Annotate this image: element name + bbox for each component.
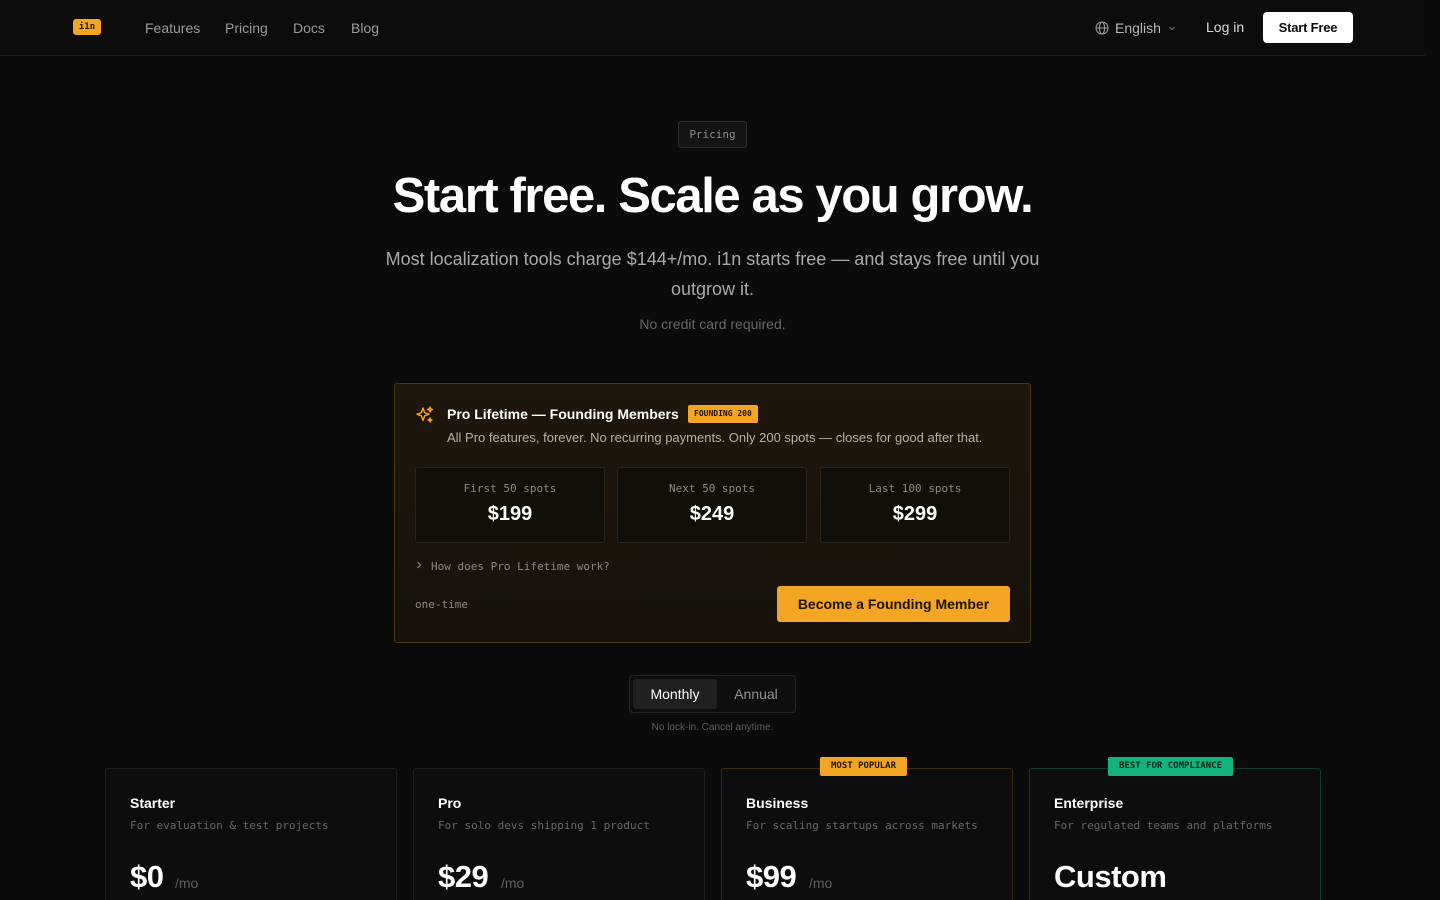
billing-option-annual[interactable]: Annual: [720, 679, 792, 709]
faq-label: How does Pro Lifetime work?: [431, 560, 610, 573]
plan-period: /mo: [175, 875, 199, 891]
tier-card: First 50 spots $199: [415, 467, 605, 543]
lifetime-description: All Pro features, forever. No recurring …: [447, 430, 983, 445]
lifetime-title: Pro Lifetime — Founding Members: [447, 406, 679, 422]
plan-description: For solo devs shipping 1 product: [438, 819, 650, 832]
plan-name: Pro: [438, 795, 462, 811]
plan-name: Business: [746, 795, 809, 811]
plan-card-pro[interactable]: Pro For solo devs shipping 1 product $29…: [413, 768, 705, 900]
top-nav: i1n Features Pricing Docs Blog English L…: [0, 0, 1425, 56]
nav-link-docs[interactable]: Docs: [293, 19, 325, 37]
founding-badge: FOUNDING 200: [688, 405, 758, 423]
lifetime-offer-card: Pro Lifetime — Founding Members FOUNDING…: [394, 383, 1031, 643]
page-title: Start free. Scale as you grow.: [392, 169, 1034, 223]
language-label: English: [1115, 20, 1161, 36]
become-founding-member-button[interactable]: Become a Founding Member: [777, 586, 1010, 622]
hero-subtitle: Most localization tools charge $144+/mo.…: [385, 249, 1040, 299]
start-free-button[interactable]: Start Free: [1263, 12, 1353, 43]
tier-card: Next 50 spots $249: [617, 467, 807, 543]
section-tag: Pricing: [678, 121, 747, 148]
tier-price: $299: [892, 503, 938, 525]
chevron-right-icon: [415, 560, 423, 573]
billing-option-monthly[interactable]: Monthly: [633, 679, 717, 709]
plan-card-business[interactable]: MOST POPULAR Business For scaling startu…: [721, 757, 1013, 900]
plan-price: $29: [438, 859, 489, 894]
billing-note: No lock-in. Cancel anytime.: [651, 722, 774, 733]
logo[interactable]: i1n: [73, 19, 101, 35]
plan-description: For regulated teams and platforms: [1054, 819, 1273, 832]
login-link[interactable]: Log in: [1206, 19, 1244, 35]
sparkles-icon: [415, 405, 435, 430]
tier-price: $199: [487, 503, 533, 525]
plan-price: $0: [130, 859, 164, 894]
nav-link-features[interactable]: Features: [145, 19, 200, 37]
lifetime-faq-toggle[interactable]: How does Pro Lifetime work?: [415, 560, 610, 573]
plan-price: $99: [746, 859, 797, 894]
plan-price: Custom: [1054, 859, 1167, 894]
tier-label: Last 100 spots: [868, 482, 962, 495]
hero-note: No credit card required.: [639, 316, 786, 332]
nav-link-blog[interactable]: Blog: [351, 19, 379, 37]
plan-period: /mo: [809, 875, 833, 891]
tier-label: Next 50 spots: [668, 482, 756, 495]
plan-name: Starter: [130, 795, 176, 811]
chevron-down-icon: [1167, 23, 1177, 33]
language-selector[interactable]: English: [1095, 18, 1177, 38]
tier-card: Last 100 spots $299: [820, 467, 1010, 543]
payment-type-label: one-time: [415, 598, 468, 611]
plan-name: Enterprise: [1054, 795, 1124, 811]
nav-link-pricing[interactable]: Pricing: [225, 19, 268, 37]
tier-price: $249: [689, 503, 735, 525]
compliance-badge: BEST FOR COMPLIANCE: [1108, 757, 1233, 776]
tier-label: First 50 spots: [463, 482, 557, 495]
plan-description: For scaling startups across markets: [746, 819, 978, 832]
plan-card-starter[interactable]: Starter For evaluation & test projects $…: [105, 768, 397, 900]
plan-card-enterprise[interactable]: BEST FOR COMPLIANCE Enterprise For regul…: [1029, 757, 1321, 900]
most-popular-badge: MOST POPULAR: [820, 757, 908, 776]
globe-icon: [1095, 21, 1109, 35]
billing-period-toggle: Monthly Annual: [629, 675, 796, 713]
plan-description: For evaluation & test projects: [130, 819, 329, 832]
plan-period: /mo: [501, 875, 525, 891]
